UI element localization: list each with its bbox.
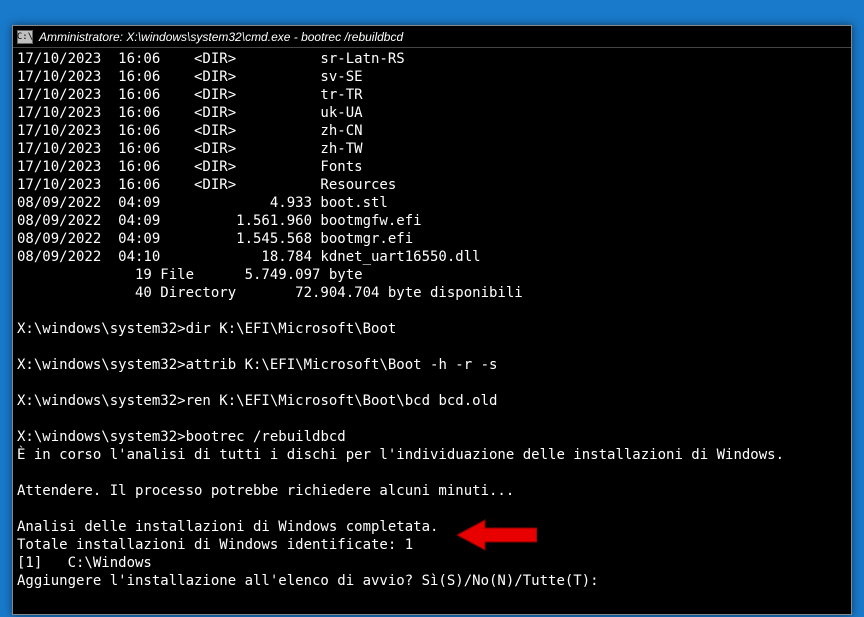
- cmd-2: attrib K:\EFI\Microsoft\Boot -h -r -s: [186, 357, 498, 373]
- prompt-1: X:\windows\system32>: [17, 321, 186, 337]
- prompt-4: X:\windows\system32>: [17, 429, 186, 445]
- cmd-1: dir K:\EFI\Microsoft\Boot: [186, 321, 397, 337]
- msg-add-prompt: Aggiungere l'installazione all'elenco di…: [17, 573, 599, 589]
- cmd-icon: C:\: [17, 30, 33, 44]
- summary-files: 19 File 5.749.097 byte: [17, 267, 363, 283]
- msg-scan: È in corso l'analisi di tutti i dischi p…: [17, 447, 784, 463]
- cmd-window: C:\ Amministratore: X:\windows\system32\…: [12, 25, 852, 615]
- window-title: Amministratore: X:\windows\system32\cmd.…: [39, 30, 403, 44]
- prompt-3: X:\windows\system32>: [17, 393, 186, 409]
- msg-wait: Attendere. Il processo potrebbe richiede…: [17, 483, 514, 499]
- dir-listing: 17/10/2023 16:06 <DIR> sr-Latn-RS 17/10/…: [17, 50, 847, 266]
- title-bar[interactable]: C:\ Amministratore: X:\windows\system32\…: [13, 26, 851, 48]
- msg-total: Totale installazioni di Windows identifi…: [17, 537, 413, 553]
- terminal-output[interactable]: 17/10/2023 16:06 <DIR> sr-Latn-RS 17/10/…: [13, 48, 851, 614]
- msg-done: Analisi delle installazioni di Windows c…: [17, 519, 438, 535]
- prompt-2: X:\windows\system32>: [17, 357, 186, 373]
- cmd-3: ren K:\EFI\Microsoft\Boot\bcd bcd.old: [186, 393, 498, 409]
- msg-install-item: [1] C:\Windows: [17, 555, 152, 571]
- summary-dirs: 40 Directory 72.904.704 byte disponibili: [17, 285, 523, 301]
- cmd-4: bootrec /rebuildbcd: [186, 429, 346, 445]
